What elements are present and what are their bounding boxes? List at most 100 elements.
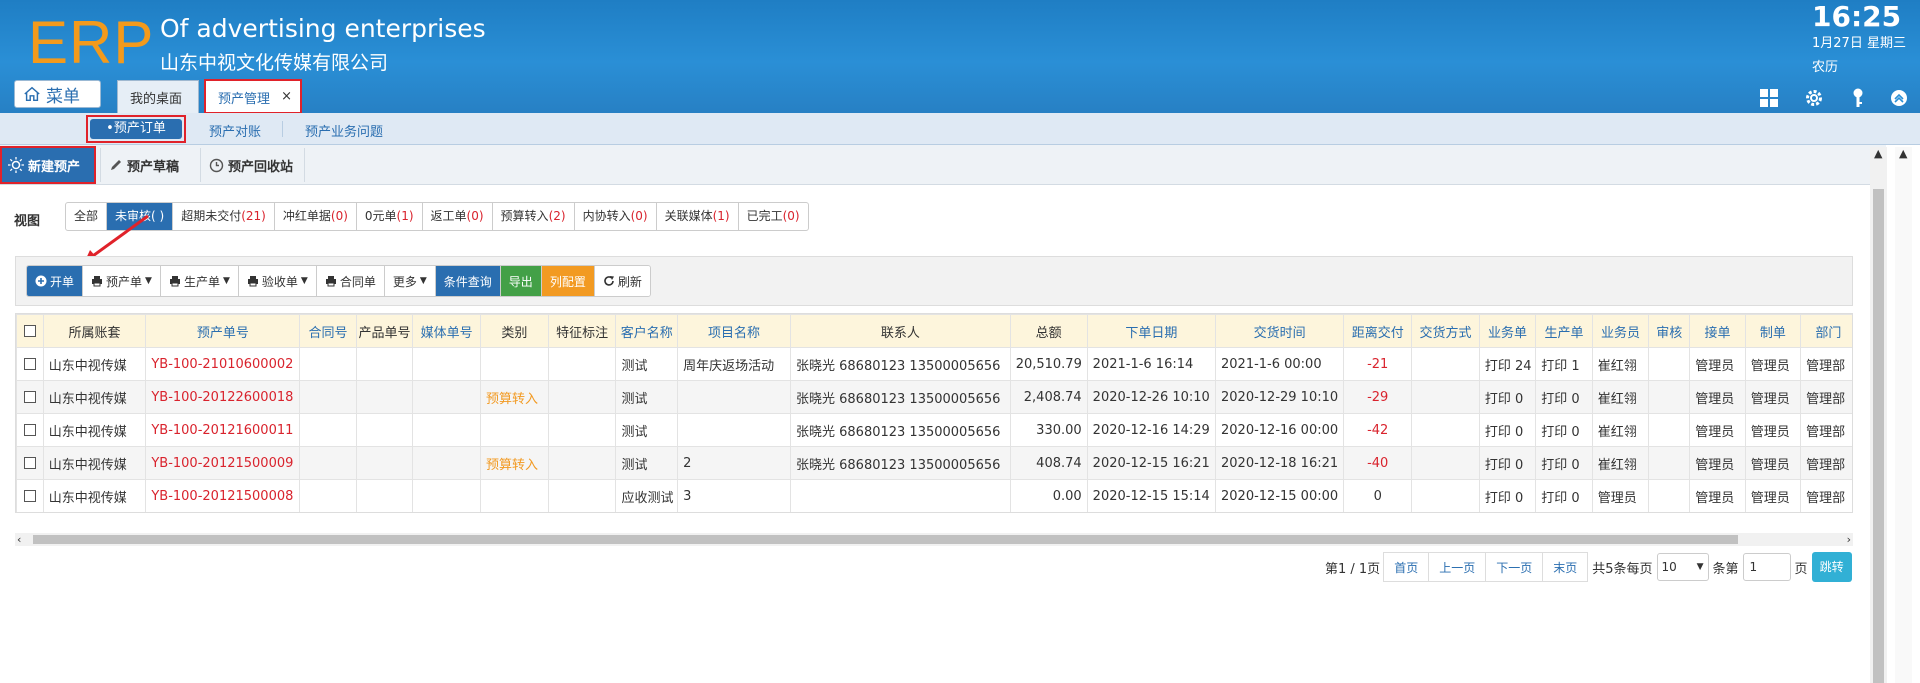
filter-linked-media[interactable]: 关联媒体(1) (657, 203, 739, 230)
acceptance-print-dropdown[interactable]: 验收单 ▼ (238, 266, 317, 296)
table-cell[interactable]: YB-100-21010600002 (145, 347, 301, 381)
production-print-dropdown[interactable]: 生产单 ▼ (160, 266, 239, 296)
refresh-button[interactable]: 刷新 (594, 266, 650, 296)
column-header[interactable]: 下单日期 (1086, 314, 1217, 348)
column-header[interactable]: 生产单 (1535, 314, 1593, 348)
filter-rework[interactable]: 返工单(0) (423, 203, 493, 230)
last-page-button[interactable]: 末页 (1542, 552, 1589, 582)
column-header[interactable]: 特征标注 (547, 314, 617, 348)
table-row[interactable]: 山东中视传媒 YB-100-20121600011 测试 张晓光 68680123 1… (16, 413, 1852, 447)
jump-button[interactable]: 跳转 (1811, 552, 1852, 582)
preproduction-print-dropdown[interactable]: 预产单 ▼ (83, 266, 161, 296)
table-cell[interactable]: YB-100-20121500008 (145, 479, 301, 512)
subnav-item-reconciliation[interactable]: 预产对账 (209, 121, 261, 140)
chevron-up-icon[interactable]: ▲ (1874, 147, 1882, 160)
chevron-down-icon: ▼ (1696, 562, 1704, 572)
table-row[interactable]: 山东中视传媒 YB-100-21010600002 测试 周年庆返场活动 张晓光 686… (16, 347, 1852, 381)
prev-page-button[interactable]: 上一页 (1428, 552, 1487, 582)
row-checkbox[interactable] (16, 479, 44, 512)
vertical-scrollbar[interactable]: ▲ (1870, 147, 1887, 683)
first-page-button[interactable]: 首页 (1383, 552, 1430, 582)
column-header[interactable]: 预产单号 (145, 314, 301, 348)
tab-preproduction[interactable]: 预产管理 × (204, 79, 302, 114)
outer-vertical-scrollbar[interactable]: ▲ (1895, 147, 1912, 683)
chevron-right-icon[interactable]: › (1847, 533, 1851, 546)
column-config-button[interactable]: 列配置 (541, 266, 595, 296)
column-header[interactable]: 项目名称 (677, 314, 791, 348)
tab-my-desktop[interactable]: 我的桌面 (117, 80, 199, 113)
close-icon[interactable]: × (281, 89, 292, 104)
subnav-item-issues[interactable]: 预产业务问题 (305, 121, 383, 140)
company-name-cn: 山东中视文化传媒有限公司 (160, 52, 389, 74)
grid-icon[interactable] (1758, 87, 1780, 109)
filter-red-reversal[interactable]: 冲红单据(0) (275, 203, 357, 230)
collapse-icon[interactable] (1888, 87, 1910, 109)
column-header[interactable]: 类别 (479, 314, 549, 348)
next-page-button[interactable]: 下一页 (1485, 552, 1544, 582)
column-header[interactable]: 接单 (1689, 314, 1746, 348)
table-cell: 管理员 (1744, 413, 1802, 447)
filter-zero-amount[interactable]: 0元单(1) (357, 203, 423, 230)
condition-query-button[interactable]: 条件查询 (435, 266, 501, 296)
table-cell[interactable]: YB-100-20121600011 (145, 413, 301, 447)
menu-button[interactable]: 菜单 (14, 80, 101, 108)
export-button[interactable]: 导出 (500, 266, 542, 296)
table-cell[interactable]: YB-100-20122600018 (145, 380, 301, 414)
filter-overdue[interactable]: 超期未交付(21) (173, 203, 275, 230)
column-header[interactable]: 联系人 (790, 314, 1011, 348)
column-header[interactable]: 所属账套 (42, 314, 147, 348)
horizontal-scrollbar[interactable]: ‹ › (15, 533, 1853, 546)
column-header[interactable]: 交货时间 (1214, 314, 1345, 348)
column-header[interactable]: 距离交付 (1343, 314, 1413, 348)
table-cell: -40 (1343, 446, 1413, 480)
column-header[interactable]: 交货方式 (1411, 314, 1480, 348)
filter-completed[interactable]: 已完工(0) (739, 203, 808, 230)
sun-icon (8, 157, 24, 173)
table-row[interactable]: 山东中视传媒 YB-100-20121500009 预算转入 测试 2 张晓光 68680… (16, 446, 1852, 480)
table-cell: 打印 24 (1478, 347, 1537, 381)
select-all-checkbox[interactable] (16, 314, 44, 348)
open-order-button[interactable]: 开单 (27, 266, 84, 296)
subnav-item-preproduction-orders[interactable]: •预产订单 (86, 115, 186, 143)
table-cell: 山东中视传媒 (42, 413, 147, 447)
table-cell: 周年庆返场活动 (677, 347, 791, 381)
table-cell (355, 380, 414, 414)
page-size-select[interactable]: 10 ▼ (1656, 553, 1709, 581)
column-header[interactable]: 媒体单号 (412, 314, 481, 348)
column-header[interactable]: 部门 (1800, 314, 1852, 348)
table-row[interactable]: 山东中视传媒 YB-100-20121500008 应收测试 3 0.00 2020-12… (16, 479, 1852, 512)
column-header[interactable]: 业务单 (1478, 314, 1537, 348)
scrollbar-thumb[interactable] (33, 535, 1738, 544)
preproduction-drafts-button[interactable]: 预产草稿 (100, 148, 198, 182)
chevron-up-icon[interactable]: ▲ (1899, 147, 1907, 160)
row-checkbox[interactable] (16, 446, 44, 480)
data-table: 所属账套 预产单号 合同号 产品单号 媒体单号 类别 特征标注 客户名称 项目名称 联系人 总额 下单… (16, 314, 1852, 512)
row-checkbox[interactable] (16, 380, 44, 414)
gear-icon[interactable] (1803, 87, 1825, 109)
column-header[interactable]: 客户名称 (615, 314, 679, 348)
column-header[interactable]: 产品单号 (355, 314, 414, 348)
column-header[interactable]: 总额 (1009, 314, 1088, 348)
more-dropdown[interactable]: 更多 ▼ (384, 266, 436, 296)
preproduction-recycle-bin-button[interactable]: 预产回收站 (200, 148, 305, 182)
chevron-left-icon[interactable]: ‹ (17, 533, 21, 546)
new-preproduction-button[interactable]: 新建预产 (0, 146, 96, 184)
clock-lunar: 农历 (1812, 60, 1839, 75)
column-header[interactable]: 审核 (1648, 314, 1691, 348)
key-icon[interactable] (1847, 87, 1869, 109)
filter-budget-transfer[interactable]: 预算转入(2) (493, 203, 575, 230)
table-cell: 2021-1-6 16:14 (1086, 347, 1217, 381)
scrollbar-thumb[interactable] (1873, 189, 1884, 683)
column-header[interactable]: 业务员 (1591, 314, 1650, 348)
column-header[interactable]: 合同号 (299, 314, 357, 348)
filter-internal-transfer[interactable]: 内协转入(0) (575, 203, 657, 230)
tab-label: 我的桌面 (130, 91, 183, 107)
row-checkbox[interactable] (16, 347, 44, 381)
row-checkbox[interactable] (16, 413, 44, 447)
contract-print-button[interactable]: 合同单 (316, 266, 385, 296)
column-header[interactable]: 制单 (1744, 314, 1802, 348)
page-number-input[interactable]: 1 (1742, 553, 1791, 581)
page-info: 第1 / 1页 (1325, 561, 1381, 577)
table-cell[interactable]: YB-100-20121500009 (145, 446, 301, 480)
table-row[interactable]: 山东中视传媒 YB-100-20122600018 预算转入 测试 张晓光 686801… (16, 380, 1852, 414)
